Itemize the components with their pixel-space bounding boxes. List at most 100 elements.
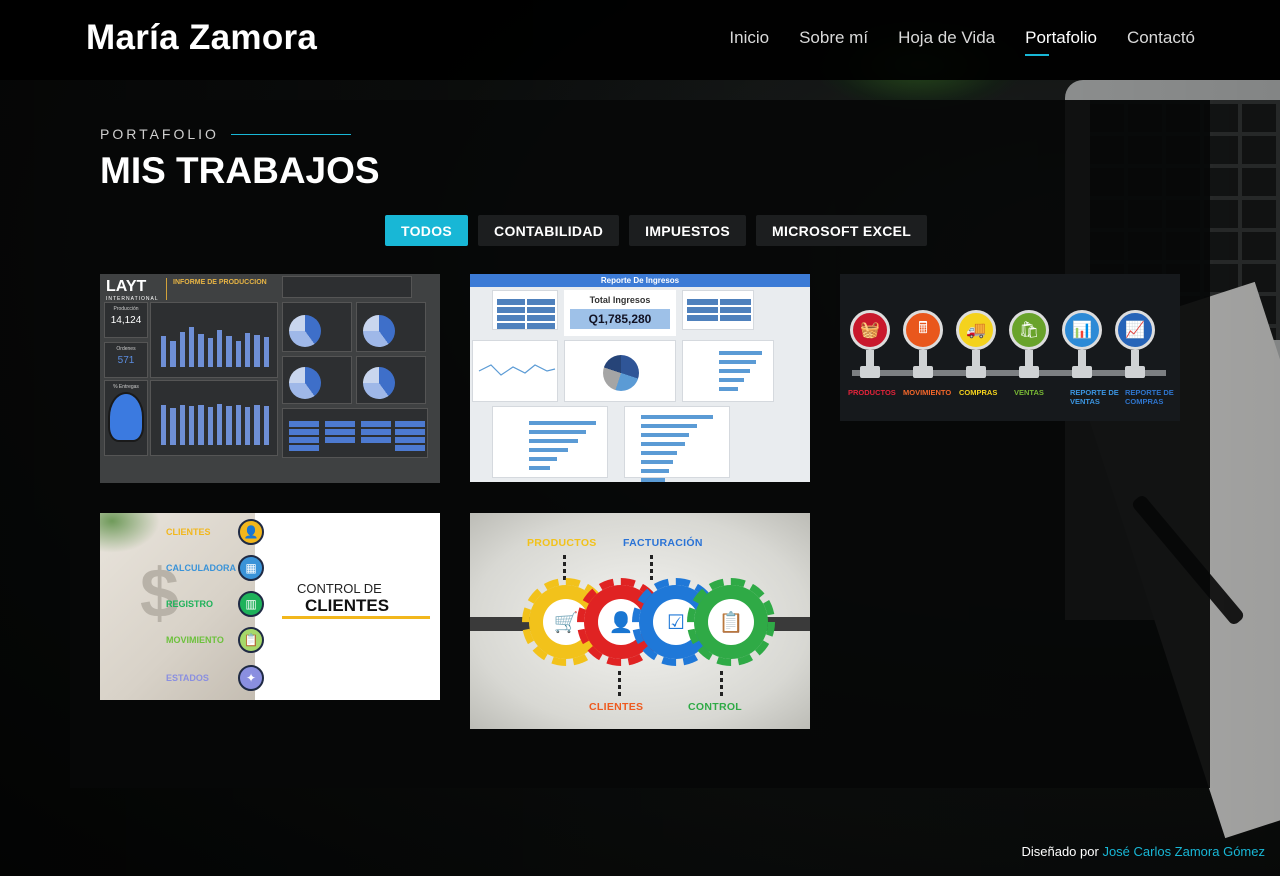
total-income-value: Q1,785,280 [570,309,670,329]
top-clients-chart [682,340,774,402]
footer-prefix: Diseñado por [1021,844,1099,859]
filter-todos[interactable]: TODOS [385,215,469,246]
kpi-orders-value: 571 [117,355,135,366]
filter-contabilidad[interactable]: CONTABILIDAD [478,215,620,246]
shopping-bag-icon: 🛍 [1009,310,1049,350]
step-label-ventas: VENTAS [1014,388,1044,397]
control-title-line2: CLIENTES [305,596,390,615]
control-title-line1: CONTROL DE [297,581,382,596]
filter-panel [282,276,412,298]
detail-tables [282,408,428,458]
site-brand[interactable]: María Zamora [86,18,317,58]
menu-row-estados: ESTADOS ✦ [166,665,264,691]
gear-label-control: CONTROL [688,701,743,713]
chart-orders-bars [161,323,269,367]
total-income-card: Total Ingresos Q1,785,280 [564,290,676,336]
clipboard-check-icon: 📋 [708,599,754,645]
portfolio-item-process-flow[interactable]: 🧺 🖩 🚚 🛍 📊 📈 PRODUCTOS MOVIMIENTO COMPRAS… [840,274,1180,421]
region-table [682,290,754,330]
truck-icon: 🚚 [956,310,996,350]
dashboard-logo: LAYT INTERNATIONAL [106,278,159,302]
bar-report-icon: 📊 [1062,310,1102,350]
report-title: Reporte De Ingresos [470,274,810,287]
person-icon: 👤 [238,519,264,545]
menu-label-calculadora: CALCULADORA [166,563,236,573]
step-compras: 🚚 [956,310,996,378]
kpi-orders: Ordenes 571 [104,342,148,378]
total-income-label: Total Ingresos [589,295,651,305]
gear-label-clientes: CLIENTES [589,701,644,713]
menu-label-clientes: CLIENTES [166,527,211,537]
menu-row-clientes: CLIENTES 👤 [166,519,264,545]
site-footer: Diseñado por José Carlos Zamora Gómez [1021,844,1265,859]
title-underline [282,616,430,619]
binders-icon: ▥ [238,591,264,617]
line-chart [478,364,556,376]
bulb-icon [108,392,144,442]
menu-row-calculadora: CALCULADORA ▦ [166,555,264,581]
portfolio-filters: TODOS CONTABILIDAD IMPUESTOS MICROSOFT E… [385,215,928,246]
filter-microsoft-excel[interactable]: MICROSOFT EXCEL [756,215,928,246]
menu-label-estados: ESTADOS [166,673,209,683]
income-by-period-chart [472,340,558,402]
step-productos: 🧺 [850,310,890,378]
logo-text: LAYT [106,278,147,295]
kpi-production-value: 14,124 [110,315,142,326]
chart-deliveries [150,380,278,456]
step-reporte-compras: 📈 [1115,310,1155,378]
top-products-chart [492,406,608,478]
product-table [492,290,558,330]
footer-author-link[interactable]: José Carlos Zamora Gómez [1102,844,1265,859]
menu-row-movimiento: MOVIMIENTO 📋 [166,627,264,653]
basket-icon: 🧺 [850,310,890,350]
eyebrow-divider [230,133,351,135]
step-label-movimiento: MOVIMIENTO [903,388,952,397]
register-icon: 🖩 [903,310,943,350]
kpi-production: Producción 14,124 [104,302,148,338]
chart-orders [150,302,278,378]
nav-contacto[interactable]: Contactó [1127,28,1195,54]
menu-label-registro: REGISTRO [166,599,214,609]
gear-green: 📋 [687,578,775,666]
step-label-productos: PRODUCTOS [848,388,896,397]
eyebrow-text: PORTAFOLIO [100,126,219,142]
step-label-reporte-compras: REPORTE DE COMPRAS [1125,388,1174,406]
calculator-icon: ▦ [238,555,264,581]
pie-panel-1 [282,302,352,352]
nav-inicio[interactable]: Inicio [729,28,769,54]
step-reporte-ventas: 📊 [1062,310,1102,378]
portfolio-item-gears[interactable]: PRODUCTOS FACTURACIÓN 🛒 👤 ☑ 📋 CLIENTES C… [470,513,810,729]
menu-label-movimiento: MOVIMIENTO [166,635,224,645]
pie-panel-2 [356,302,426,352]
nav-hoja-de-vida[interactable]: Hoja de Vida [898,28,995,54]
clipboard-icon: 📋 [238,627,264,653]
main-nav: Inicio Sobre mí Hoja de Vida Portafolio … [729,28,1195,56]
menu-row-registro: REGISTRO ▥ [166,591,264,617]
step-movimiento: 🖩 [903,310,943,378]
filter-impuestos[interactable]: IMPUESTOS [629,215,747,246]
gear-label-facturacion: FACTURACIÓN [623,537,703,549]
income-by-product-chart [624,406,730,482]
gear-label-productos: PRODUCTOS [527,537,597,549]
kpi-orders-label: Ordenes [116,346,136,352]
income-by-region-chart [564,340,676,402]
kpi-production-label: Producción [113,306,139,312]
presentation-icon: 📈 [1115,310,1155,350]
portfolio-item-production-dashboard[interactable]: LAYT INTERNATIONAL INFORME DE PRODUCCION… [100,274,440,483]
step-label-reporte-ventas: REPORTE DE VENTAS [1070,388,1119,406]
step-label-compras: COMPRAS [959,388,998,397]
section-eyebrow: PORTAFOLIO [100,126,351,142]
nav-portafolio[interactable]: Portafolio [1025,28,1097,56]
portfolio-item-client-control[interactable]: $ CLIENTES 👤 CALCULADORA ▦ REGISTRO ▥ MO… [100,513,440,700]
chart-deliveries-bars [161,401,269,445]
site-header: María Zamora Inicio Sobre mí Hoja de Vid… [0,0,1280,80]
portfolio-item-income-report[interactable]: Reporte De Ingresos Total Ingresos Q1,78… [470,274,810,482]
section-title: MIS TRABAJOS [100,150,380,191]
portfolio-section: PORTAFOLIO MIS TRABAJOS TODOS CONTABILID… [70,100,1210,788]
step-ventas: 🛍 [1009,310,1049,378]
pie-panel-3 [282,356,352,404]
pie-panel-4 [356,356,426,404]
nav-sobre-mi[interactable]: Sobre mí [799,28,868,54]
dashboard-title: INFORME DE PRODUCCION [166,278,278,300]
puzzle-icon: ✦ [238,665,264,691]
